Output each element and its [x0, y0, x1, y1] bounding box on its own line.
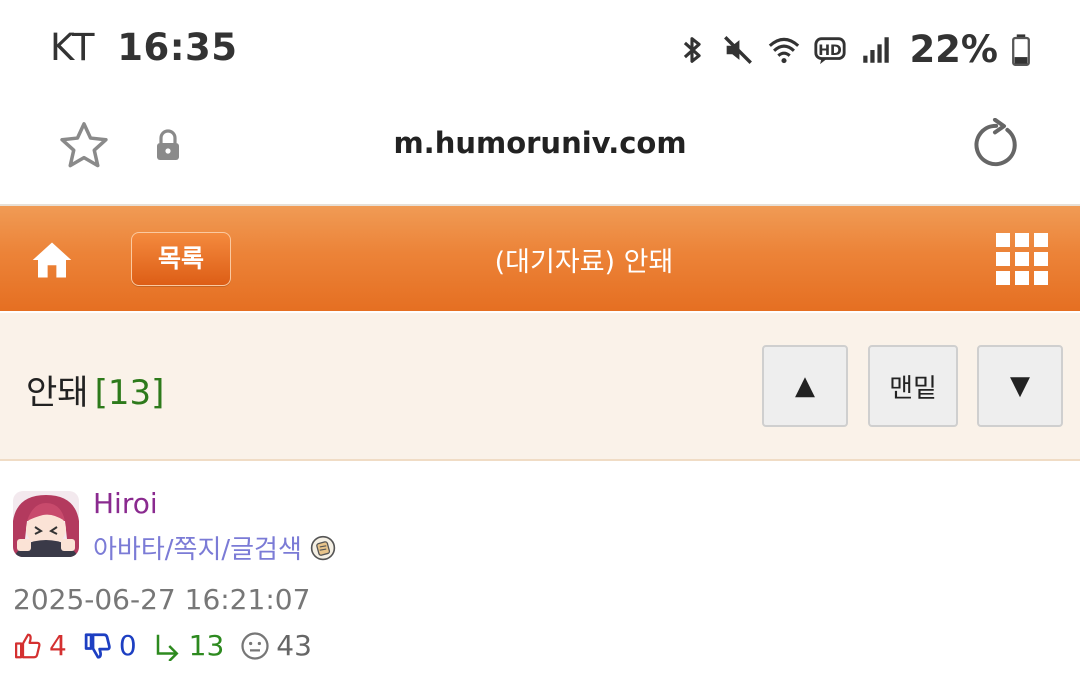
reply-icon[interactable]	[153, 631, 183, 661]
view-count: 43	[276, 629, 312, 662]
down-arrow-icon: ▼	[1010, 371, 1030, 401]
author-name[interactable]: Hiroi	[93, 487, 158, 520]
post-title-text: 안돼	[26, 373, 89, 413]
reload-icon[interactable]	[968, 118, 1022, 172]
bluetooth-icon	[684, 36, 702, 63]
status-left: KT 16:35	[50, 26, 238, 69]
board-title: (대기자료) 안돼	[494, 247, 674, 278]
carrier-label: KT	[50, 26, 95, 69]
avatar[interactable]	[13, 491, 79, 557]
go-bottom-button[interactable]: 맨밑	[868, 345, 958, 427]
post-stats: 4 0 13 43	[13, 629, 328, 662]
down-count: 0	[118, 629, 137, 662]
up-arrow-icon: ▲	[795, 371, 815, 401]
author-links-text[interactable]: 아바타/쪽지/글검색	[93, 529, 302, 566]
site-header: 목록 (대기자료) 안돼	[0, 206, 1080, 311]
hd-voice-icon: HD	[814, 36, 847, 64]
thumbs-up-icon[interactable]	[13, 631, 43, 661]
battery-percent: 22%	[909, 28, 998, 71]
scroll-down-button[interactable]: ▼	[977, 345, 1063, 427]
wifi-icon	[769, 37, 800, 63]
post-title-band: 안돼 [13] ▲ 맨밑 ▼	[0, 313, 1080, 461]
url-display[interactable]: m.humoruniv.com	[0, 126, 1080, 160]
clock: 16:35	[117, 26, 238, 69]
post-title: 안돼 [13]	[26, 365, 164, 414]
grid-menu-icon[interactable]	[996, 233, 1048, 285]
mute-icon	[724, 35, 753, 64]
battery-icon	[1012, 33, 1030, 66]
author-links: 아바타/쪽지/글검색	[93, 529, 336, 566]
svg-text:HD: HD	[819, 42, 843, 58]
member-badge-icon	[310, 535, 336, 560]
post-info: Hiroi 아바타/쪽지/글검색 2025-06-27 16:21:07 4 0…	[0, 461, 1080, 673]
browser-url-bar: m.humoruniv.com	[0, 96, 1080, 206]
status-icons: HD 22%	[675, 28, 1032, 71]
reply-count: 13	[188, 629, 225, 662]
thumbs-down-icon[interactable]	[83, 631, 113, 661]
view-count-icon	[241, 631, 269, 660]
up-count: 4	[49, 629, 67, 662]
scroll-up-button[interactable]: ▲	[762, 345, 848, 427]
comment-count[interactable]: [13]	[95, 373, 165, 413]
post-date: 2025-06-27 16:21:07	[13, 583, 311, 616]
signal-icon	[863, 36, 890, 63]
status-bar: KT 16:35 HD 22%	[0, 0, 1080, 96]
